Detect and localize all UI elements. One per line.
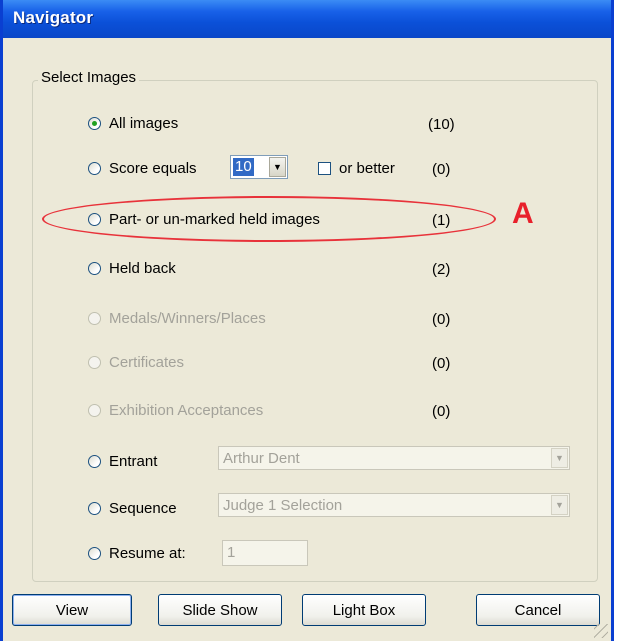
cancel-button[interactable]: Cancel xyxy=(476,594,600,626)
option-label: Resume at: xyxy=(109,544,186,562)
radio-medals xyxy=(88,311,101,325)
count-held-back: (2) xyxy=(432,261,451,278)
resize-grip-icon[interactable] xyxy=(594,624,608,638)
radio-all-images[interactable] xyxy=(88,116,101,130)
option-label: Sequence xyxy=(109,499,177,517)
option-certificates: Certificates xyxy=(88,349,184,375)
radio-entrant[interactable] xyxy=(88,454,101,468)
chevron-down-icon: ▼ xyxy=(551,448,568,468)
window-title: Navigator xyxy=(13,8,94,27)
option-entrant[interactable]: Entrant xyxy=(88,448,157,474)
score-select[interactable]: 10 ▼ xyxy=(230,155,288,179)
count-exhibition: (0) xyxy=(432,403,451,420)
or-better-checkbox-row[interactable]: or better xyxy=(318,155,395,181)
radio-sequence[interactable] xyxy=(88,501,101,515)
option-score-equals[interactable]: Score equals xyxy=(88,155,197,181)
sequence-value: Judge 1 Selection xyxy=(223,497,343,514)
count-all-images: (10) xyxy=(428,116,455,133)
option-held-back[interactable]: Held back xyxy=(88,255,176,281)
group-label: Select Images xyxy=(38,69,140,86)
option-label: Held back xyxy=(109,259,176,277)
radio-exhibition xyxy=(88,403,101,417)
chevron-down-icon: ▼ xyxy=(551,495,568,515)
radio-certificates xyxy=(88,355,101,369)
option-label: Exhibition Acceptances xyxy=(109,401,264,419)
option-label: Medals/Winners/Places xyxy=(109,309,266,327)
annotation-ellipse xyxy=(42,196,496,242)
option-label: Score equals xyxy=(109,159,197,177)
light-box-button[interactable]: Light Box xyxy=(302,594,426,626)
option-exhibition: Exhibition Acceptances xyxy=(88,397,263,423)
option-medals: Medals/Winners/Places xyxy=(88,305,266,331)
count-medals: (0) xyxy=(432,311,451,328)
or-better-label: or better xyxy=(339,159,395,177)
option-sequence[interactable]: Sequence xyxy=(88,495,177,521)
score-value: 10 xyxy=(233,158,254,176)
option-all-images[interactable]: All images xyxy=(88,110,178,136)
option-label: All images xyxy=(109,114,179,132)
option-label: Entrant xyxy=(109,452,158,470)
view-button[interactable]: View xyxy=(12,594,132,626)
count-score-equals: (0) xyxy=(432,161,451,178)
chevron-down-icon[interactable]: ▼ xyxy=(269,157,286,177)
entrant-value: Arthur Dent xyxy=(223,450,300,467)
radio-held-back[interactable] xyxy=(88,261,101,275)
or-better-checkbox[interactable] xyxy=(318,161,331,175)
radio-score-equals[interactable] xyxy=(88,161,101,175)
radio-resume-at[interactable] xyxy=(88,546,101,560)
sequence-select: Judge 1 Selection ▼ xyxy=(218,493,570,517)
option-label: Certificates xyxy=(109,353,185,371)
annotation-letter: A xyxy=(512,197,534,230)
title-bar[interactable]: Navigator xyxy=(3,0,611,38)
entrant-select: Arthur Dent ▼ xyxy=(218,446,570,470)
slide-show-button[interactable]: Slide Show xyxy=(158,594,282,626)
count-certificates: (0) xyxy=(432,355,451,372)
resume-input: 1 xyxy=(222,540,308,566)
option-resume-at[interactable]: Resume at: xyxy=(88,540,186,566)
